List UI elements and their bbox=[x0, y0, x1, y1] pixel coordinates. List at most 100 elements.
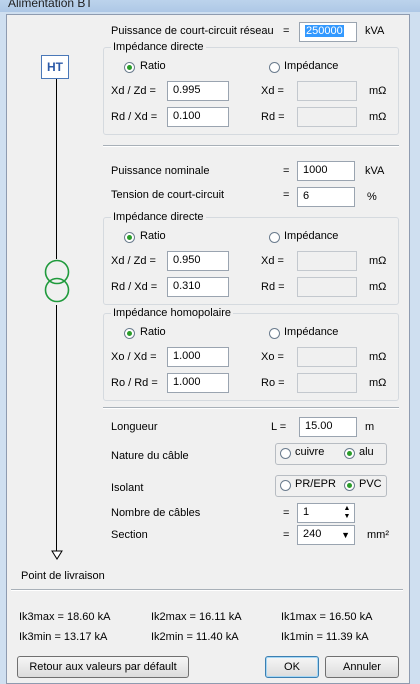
insulation-label: Isolant bbox=[111, 482, 144, 494]
length-eq: L = bbox=[271, 421, 287, 433]
power-label: Puissance nominale bbox=[111, 165, 210, 177]
homopolar-impedance-radio[interactable] bbox=[269, 328, 280, 339]
transformer-rd-xd-label: Rd / Xd = bbox=[111, 281, 158, 293]
prepr-radio[interactable] bbox=[280, 480, 291, 491]
transformer-rd-input[interactable] bbox=[297, 277, 357, 297]
ok-button[interactable]: OK bbox=[265, 656, 319, 678]
transformer-xd-unit: mΩ bbox=[369, 255, 387, 267]
network-rd-unit: mΩ bbox=[369, 111, 387, 123]
transformer-direct-ratio-radio[interactable] bbox=[124, 232, 135, 243]
scc-unit: kVA bbox=[365, 25, 385, 37]
ucc-input[interactable]: 6 bbox=[297, 187, 355, 207]
xo-xd-label: Xo / Xd = bbox=[111, 351, 157, 363]
scc-input[interactable]: 250000 bbox=[299, 22, 357, 42]
homopolar-impedance-label[interactable]: Impédance bbox=[284, 326, 338, 338]
xo-xd-input[interactable]: 1.000 bbox=[167, 347, 229, 367]
transformer-direct-ratio-label[interactable]: Ratio bbox=[140, 230, 166, 242]
network-impedance-radio[interactable] bbox=[269, 62, 280, 73]
alu-radio-label[interactable]: alu bbox=[359, 446, 374, 458]
section-select[interactable]: 240 ▼ bbox=[297, 525, 355, 545]
dialog-panel: HT Point de livraison Puissance de court… bbox=[6, 14, 410, 684]
ro-label: Ro = bbox=[261, 377, 285, 389]
result-ik1max: Ik1max = 16.50 kA bbox=[281, 611, 373, 623]
transformer-xd-zd-label: Xd / Zd = bbox=[111, 255, 156, 267]
transformer-xd-zd-input[interactable]: 0.950 bbox=[167, 251, 229, 271]
chevron-down-icon[interactable]: ▼ bbox=[341, 530, 350, 540]
alu-radio[interactable] bbox=[344, 448, 355, 459]
cable-count-label: Nombre de câbles bbox=[111, 507, 201, 519]
scc-input-value: 250000 bbox=[305, 25, 344, 37]
network-xd-input[interactable] bbox=[297, 81, 357, 101]
transformer-rd-xd-input[interactable]: 0.310 bbox=[167, 277, 229, 297]
ro-input[interactable] bbox=[297, 373, 357, 393]
delivery-point-label: Point de livraison bbox=[21, 570, 105, 582]
power-eq: = bbox=[283, 165, 290, 177]
cable-count-eq: = bbox=[283, 507, 290, 519]
scc-label: Puissance de court-circuit réseau bbox=[111, 25, 274, 37]
cable-count-value: 1 bbox=[303, 506, 310, 518]
cancel-button[interactable]: Annuler bbox=[325, 656, 399, 678]
cuivre-radio[interactable] bbox=[280, 448, 291, 459]
cuivre-radio-label[interactable]: cuivre bbox=[295, 446, 324, 458]
separator-transformer bbox=[103, 407, 399, 409]
transformer-icon bbox=[44, 259, 70, 303]
network-xd-unit: mΩ bbox=[369, 85, 387, 97]
network-rd-input[interactable] bbox=[297, 107, 357, 127]
power-unit: kVA bbox=[365, 165, 385, 177]
length-input[interactable]: 15.00 bbox=[299, 417, 357, 437]
ht-box: HT bbox=[41, 55, 69, 79]
window-title: Alimentation BT bbox=[8, 0, 93, 10]
transformer-direct-impedance-radio[interactable] bbox=[269, 232, 280, 243]
result-ik2min: Ik2min = 11.40 kA bbox=[151, 631, 239, 643]
section-label: Section bbox=[111, 529, 148, 541]
separator-results bbox=[11, 589, 403, 591]
section-eq: = bbox=[283, 529, 290, 541]
network-xd-zd-label: Xd / Zd = bbox=[111, 85, 156, 97]
result-ik3max: Ik3max = 18.60 kA bbox=[19, 611, 111, 623]
transformer-rd-label: Rd = bbox=[261, 281, 285, 293]
xo-input[interactable] bbox=[297, 347, 357, 367]
prepr-radio-label[interactable]: PR/EPR bbox=[295, 478, 336, 490]
result-ik2max: Ik2max = 16.11 kA bbox=[151, 611, 242, 623]
reset-defaults-button[interactable]: Retour aux valeurs par défault bbox=[17, 656, 189, 678]
power-input[interactable]: 1000 bbox=[297, 161, 355, 181]
transformer-rd-unit: mΩ bbox=[369, 281, 387, 293]
feeder-line-bottom bbox=[56, 305, 57, 553]
pvc-radio-label[interactable]: PVC bbox=[359, 478, 382, 490]
delivery-arrow-icon bbox=[51, 550, 63, 560]
scc-eq: = bbox=[283, 25, 290, 37]
network-rd-xd-input[interactable]: 0.100 bbox=[167, 107, 229, 127]
transformer-xd-input[interactable] bbox=[297, 251, 357, 271]
result-ik1min: Ik1min = 11.39 kA bbox=[281, 631, 369, 643]
cable-count-stepper[interactable]: 1 ▲ ▼ bbox=[297, 503, 355, 523]
separator-network bbox=[103, 145, 399, 147]
transformer-direct-group-title: Impédance directe bbox=[111, 211, 206, 223]
section-unit: mm² bbox=[367, 529, 389, 541]
ucc-eq: = bbox=[283, 189, 290, 201]
ro-unit: mΩ bbox=[369, 377, 387, 389]
network-xd-zd-input[interactable]: 0.995 bbox=[167, 81, 229, 101]
feeder-line-top bbox=[56, 79, 57, 259]
cable-nature-label: Nature du câble bbox=[111, 450, 189, 462]
network-ratio-radio-label[interactable]: Ratio bbox=[140, 60, 166, 72]
network-ratio-radio[interactable] bbox=[124, 62, 135, 73]
pvc-radio[interactable] bbox=[344, 480, 355, 491]
xo-unit: mΩ bbox=[369, 351, 387, 363]
network-impedance-radio-label[interactable]: Impédance bbox=[284, 60, 338, 72]
stepper-arrows-icon[interactable]: ▲ ▼ bbox=[341, 505, 353, 521]
network-impedance-group-title: Impédance directe bbox=[111, 41, 206, 53]
transformer-direct-impedance-label[interactable]: Impédance bbox=[284, 230, 338, 242]
length-unit: m bbox=[365, 421, 375, 433]
ucc-unit: % bbox=[367, 191, 377, 203]
homopolar-group-title: Impédance homopolaire bbox=[111, 307, 234, 319]
xo-label: Xo = bbox=[261, 351, 284, 363]
window-title-bar: Alimentation BT bbox=[0, 0, 420, 12]
homopolar-ratio-label[interactable]: Ratio bbox=[140, 326, 166, 338]
ro-rd-input[interactable]: 1.000 bbox=[167, 373, 229, 393]
transformer-xd-label: Xd = bbox=[261, 255, 284, 267]
network-rd-label: Rd = bbox=[261, 111, 285, 123]
result-ik3min: Ik3min = 13.17 kA bbox=[19, 631, 108, 643]
ucc-label: Tension de court-circuit bbox=[111, 189, 225, 201]
homopolar-ratio-radio[interactable] bbox=[124, 328, 135, 339]
network-rd-xd-label: Rd / Xd = bbox=[111, 111, 158, 123]
